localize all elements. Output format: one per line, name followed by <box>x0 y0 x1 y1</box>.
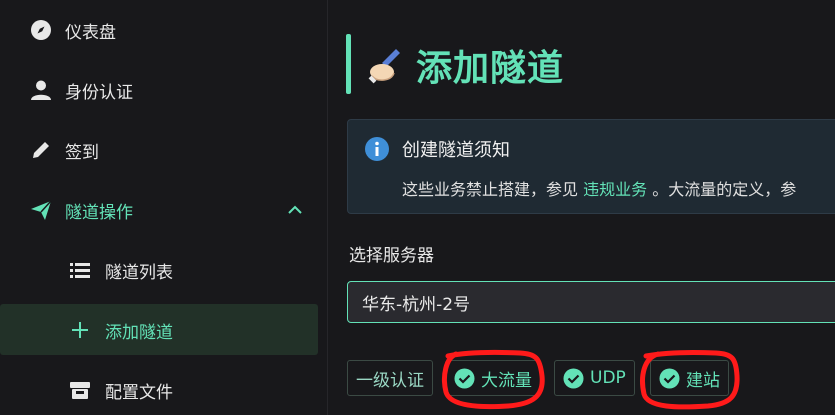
sidebar-item-dashboard[interactable]: 仪表盘 <box>0 5 328 55</box>
tag-label: 一级认证 <box>356 370 424 391</box>
send-icon <box>29 198 53 222</box>
sidebar-item-tunnel-list[interactable]: 隧道列表 <box>0 245 328 295</box>
list-icon <box>68 258 92 282</box>
check-circle-icon <box>563 368 584 389</box>
sidebar-item-config-files[interactable]: 配置文件 <box>0 365 328 415</box>
notice-body-prefix: 这些业务禁止搭建，参见 <box>402 180 584 199</box>
pencil-icon <box>29 138 53 162</box>
app-root: 仪表盘 身份认证 签到 隧道操作 隧道列表 添加隧道 配置文件 添加隧道 创建隧… <box>0 0 835 415</box>
sidebar-item-label: 隧道操作 <box>65 202 133 223</box>
sidebar-item-label: 签到 <box>65 142 99 163</box>
sidebar-item-add-tunnel[interactable]: 添加隧道 <box>0 305 328 355</box>
title-accent-bar <box>346 34 351 94</box>
violation-link[interactable]: 违规业务 <box>583 180 647 199</box>
notice-alert: 创建隧道须知 这些业务禁止搭建，参见 违规业务 。大流量的定义，参 <box>347 119 835 214</box>
writing-hand-icon <box>366 45 406 85</box>
sidebar-item-tunnel-ops[interactable]: 隧道操作 <box>0 185 328 235</box>
tag-label: UDP <box>590 368 626 388</box>
sidebar-item-signin[interactable]: 签到 <box>0 125 328 175</box>
page-title-text: 添加隧道 <box>416 48 565 89</box>
tag-website[interactable]: 建站 <box>650 360 729 396</box>
sidebar: 仪表盘 身份认证 签到 隧道操作 隧道列表 添加隧道 配置文件 <box>0 0 328 415</box>
sidebar-item-label: 身份认证 <box>65 82 133 103</box>
user-icon <box>29 78 53 102</box>
tag-label: 大流量 <box>481 370 532 391</box>
archive-icon <box>68 378 92 402</box>
tag-udp[interactable]: UDP <box>554 360 635 396</box>
tag-high-traffic[interactable]: 大流量 <box>445 360 541 396</box>
sidebar-item-label: 配置文件 <box>105 382 173 403</box>
server-select-value: 华东-杭州-2号 <box>362 294 471 315</box>
main-content: 添加隧道 创建隧道须知 这些业务禁止搭建，参见 违规业务 。大流量的定义，参 选… <box>328 0 835 415</box>
server-label: 选择服务器 <box>349 246 434 266</box>
notice-title: 创建隧道须知 <box>402 140 510 161</box>
compass-icon <box>29 18 53 42</box>
check-circle-icon <box>659 368 680 389</box>
tag-label: 建站 <box>686 370 720 391</box>
chevron-up-icon[interactable] <box>284 199 306 221</box>
sidebar-item-identity[interactable]: 身份认证 <box>0 65 328 115</box>
sidebar-item-label: 仪表盘 <box>65 22 116 43</box>
check-circle-icon <box>454 368 475 389</box>
sidebar-item-label: 添加隧道 <box>105 322 173 343</box>
page-title: 添加隧道 <box>366 38 564 92</box>
plus-icon <box>68 318 92 342</box>
tag-level1-auth[interactable]: 一级认证 <box>347 360 433 396</box>
notice-body-suffix: 。大流量的定义，参 <box>647 180 797 199</box>
notice-body: 这些业务禁止搭建，参见 违规业务 。大流量的定义，参 <box>402 176 796 200</box>
info-icon <box>364 136 390 162</box>
server-select[interactable]: 华东-杭州-2号 <box>347 281 835 323</box>
sidebar-item-label: 隧道列表 <box>105 262 173 283</box>
